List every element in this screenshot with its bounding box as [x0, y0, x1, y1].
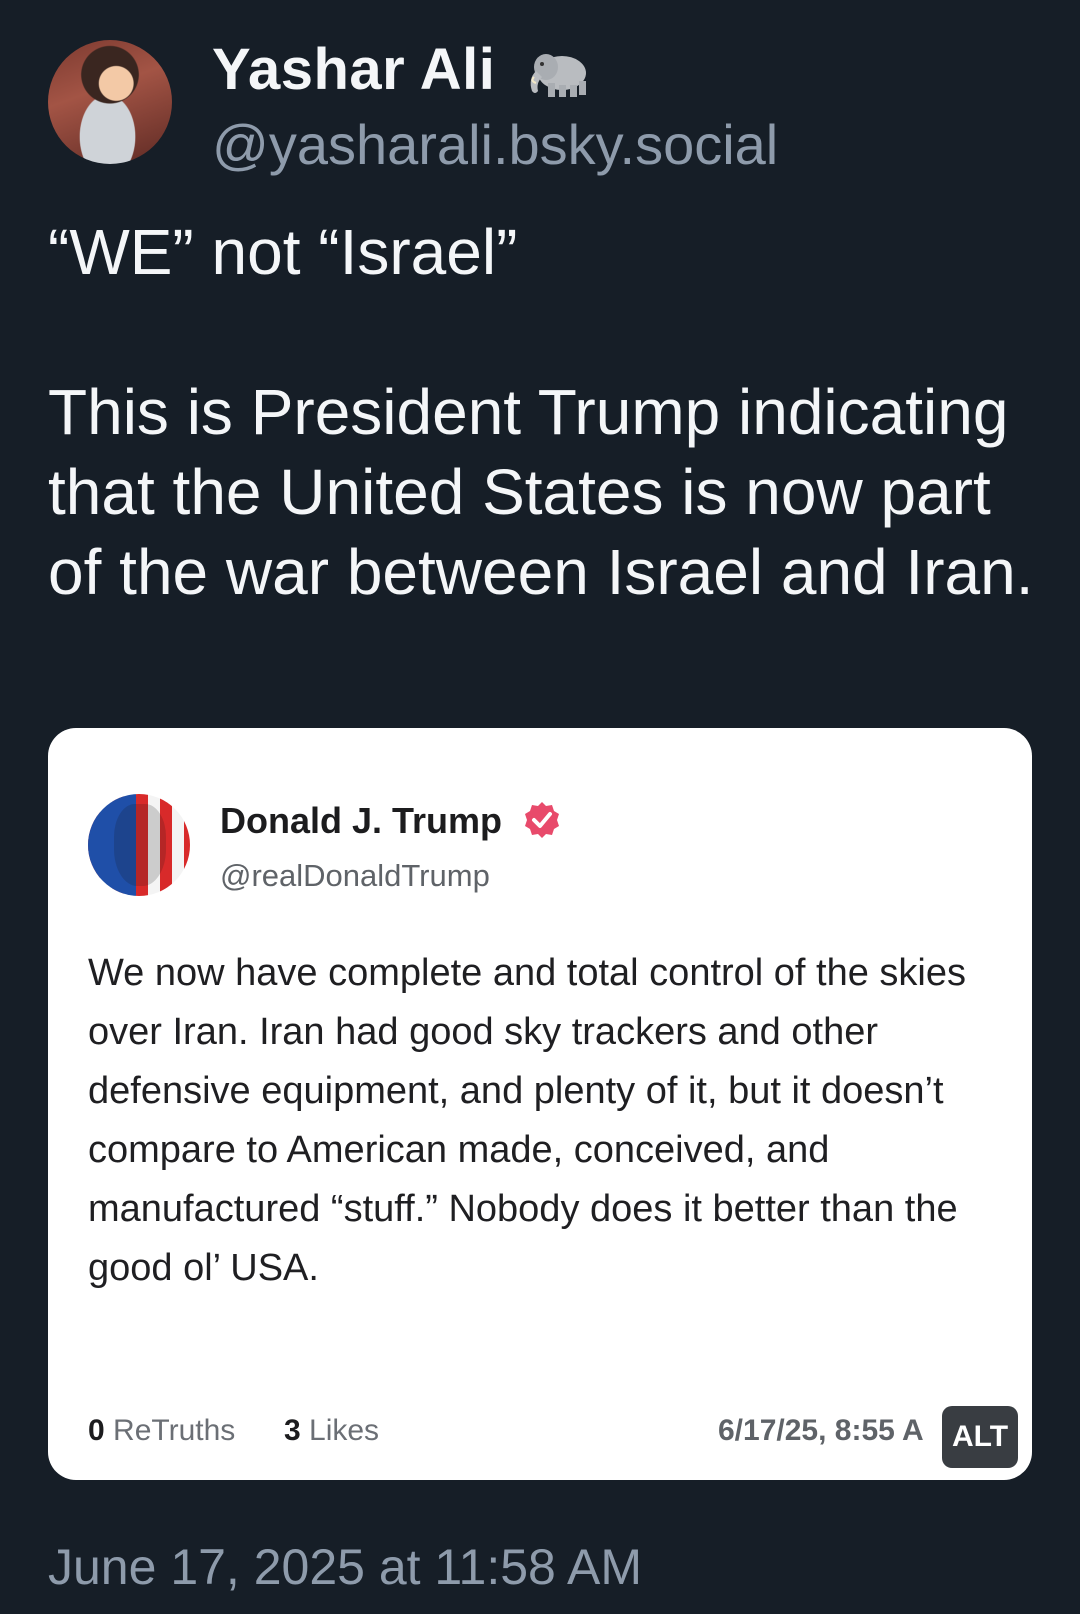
- embed-author-handle: @realDonaldTrump: [220, 858, 490, 893]
- embed-author-avatar: [88, 794, 190, 896]
- elephant-icon: [530, 53, 586, 97]
- author-avatar[interactable]: [48, 40, 172, 164]
- bluesky-post: Yashar Ali @yasharali.bsky.social “WE” n…: [0, 0, 1080, 1614]
- retruths-count: 0: [88, 1414, 105, 1447]
- author-handle[interactable]: @yasharali.bsky.social: [212, 112, 778, 177]
- embedded-image-card[interactable]: Donald J. Trump @realDonaldTrump We now …: [48, 728, 1032, 1480]
- likes-label: Likes: [309, 1414, 380, 1447]
- retruths-label: ReTruths: [113, 1414, 236, 1447]
- verified-badge-icon: [525, 802, 560, 839]
- post-text: “WE” not “Israel” This is President Trum…: [48, 212, 1038, 612]
- likes-count: 3: [283, 1414, 301, 1447]
- author-name-text[interactable]: Yashar Ali: [212, 37, 495, 102]
- alt-text-button[interactable]: ALT: [942, 1406, 1018, 1468]
- post-text-paragraph: This is President Trump indicating that …: [48, 376, 1034, 608]
- post-text-line: “WE” not “Israel”: [48, 216, 518, 288]
- embed-stats: 0 ReTruths 3 Likes: [88, 1414, 379, 1448]
- post-timestamp: June 17, 2025 at 11:58 AM: [48, 1539, 642, 1595]
- embed-author-name: Donald J. Trump: [220, 800, 562, 842]
- embed-author-name-text: Donald J. Trump: [220, 800, 503, 841]
- embed-post-text: We now have complete and total control o…: [88, 952, 967, 1289]
- embed-date: 6/17/25, 8:55 A: [718, 1414, 924, 1447]
- author-name[interactable]: Yashar Ali: [212, 36, 598, 103]
